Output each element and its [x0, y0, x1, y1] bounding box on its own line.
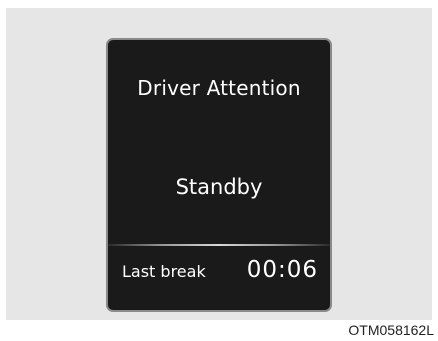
last-break-label: Last break	[122, 262, 206, 281]
attention-status: Standby	[175, 175, 263, 199]
divider-line	[108, 244, 330, 246]
last-break-time: 00:06	[246, 257, 318, 283]
figure-code: OTM058162L	[348, 322, 434, 338]
cluster-display: Driver Attention Standby Last break 00:0…	[106, 38, 332, 312]
display-title: Driver Attention	[137, 76, 301, 100]
